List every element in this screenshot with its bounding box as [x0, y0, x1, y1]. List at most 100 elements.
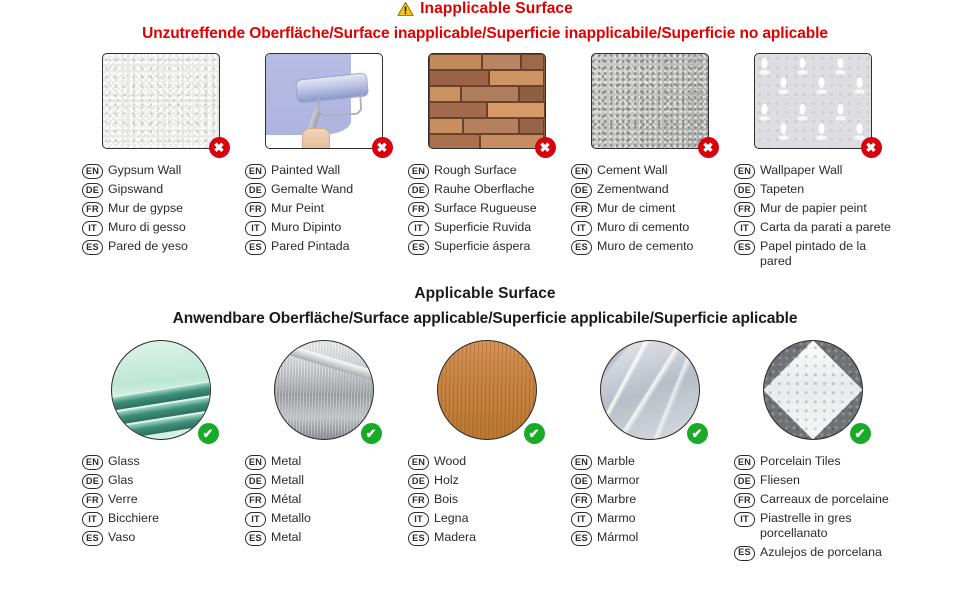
lang-row-fr: FR Verre	[82, 492, 245, 509]
surface-card-porcelain-tiles[interactable]: ✔ EN Porcelain Tiles DE Fliesen FR Carre…	[732, 340, 897, 561]
glass-panes-icon	[110, 340, 211, 441]
lang-tag-de: DE	[245, 183, 266, 198]
lang-tag-en: EN	[571, 455, 592, 471]
lang-label-de: Zementwand	[597, 182, 669, 196]
surface-card-rough-surface[interactable]: ✖ EN Rough Surface DE Rauhe Oberflache F…	[406, 53, 569, 269]
surface-card-glass[interactable]: ✔ EN Glass DE Glas FR Verre IT Bicchiere…	[80, 340, 243, 560]
brick	[428, 54, 482, 70]
lang-row-de: DE Metall	[245, 473, 408, 490]
lang-tag-en: EN	[408, 164, 429, 179]
lang-tag-it: IT	[734, 512, 755, 528]
applicable-subtitle: Anwendbare Oberfläche/Surface applicable…	[172, 310, 798, 328]
applicable-badge-icon: ✔	[523, 423, 545, 445]
lang-label-it: Marmo	[597, 511, 636, 526]
lang-row-fr: FR Mur de papier peint	[734, 201, 897, 217]
lang-label-it: Metallo	[271, 511, 311, 526]
applicable-badge-icon: ✔	[197, 423, 219, 445]
lang-row-de: DE Glas	[82, 473, 245, 490]
brick-row	[428, 86, 545, 102]
inapplicable-title: Inapplicable Surface	[420, 0, 573, 17]
lang-tag-en: EN	[571, 164, 592, 179]
lang-row-de: DE Marmor	[571, 473, 734, 490]
lang-row-es: ES Muro de cemento	[571, 239, 734, 255]
lang-row-de: DE Zementwand	[571, 182, 734, 198]
lang-row-en: EN Wood	[408, 454, 571, 471]
surface-card-painted-wall[interactable]: ✖ EN Painted Wall DE Gemalte Wand FR Mur…	[243, 53, 406, 269]
lang-tag-fr: FR	[734, 493, 755, 509]
rough-surface-media: ✖	[427, 53, 556, 158]
lang-tag-en: EN	[245, 455, 266, 471]
lang-tag-it: IT	[245, 221, 266, 236]
lang-row-en: EN Painted Wall	[245, 163, 408, 179]
lang-label-de: Gipswand	[108, 182, 164, 196]
lang-row-fr: FR Marbre	[571, 492, 734, 509]
lang-tag-es: ES	[245, 240, 266, 255]
brushed-metal-icon	[273, 340, 374, 441]
brick	[428, 102, 487, 118]
surface-card-metal[interactable]: ✔ EN Metal DE Metall FR Métal IT Metallo…	[243, 340, 406, 560]
lang-label-it: Muro di gesso	[108, 220, 186, 234]
lang-tag-it: IT	[245, 512, 266, 528]
surface-card-wallpaper-wall[interactable]: ✖ EN Wallpaper Wall DE Tapeten FR Mur de…	[732, 53, 895, 269]
lang-tag-es: ES	[734, 240, 755, 255]
lang-label-en: Metal	[271, 454, 302, 469]
brick	[428, 86, 461, 102]
cement-wall-texture-icon	[590, 53, 709, 149]
surface-card-marble[interactable]: ✔ EN Marble DE Marmor FR Marbre IT Marmo…	[569, 340, 732, 560]
lang-tag-fr: FR	[734, 202, 755, 217]
lang-row-en: EN Wallpaper Wall	[734, 163, 897, 179]
lang-label-en: Painted Wall	[271, 163, 341, 177]
applicable-surface-row: ✔ EN Glass DE Glas FR Verre IT Bicchiere…	[0, 340, 970, 561]
lang-row-es: ES Pared de yeso	[82, 239, 245, 255]
lang-label-es: Papel pintado de la pared	[760, 239, 867, 269]
lang-row-en: EN Metal	[245, 454, 408, 471]
lang-tag-it: IT	[571, 221, 592, 236]
surface-card-gypsum-wall[interactable]: ✖ EN Gypsum Wall DE Gipswand FR Mur de g…	[80, 53, 243, 269]
language-list: EN Marble DE Marmor FR Marbre IT Marmo E…	[567, 454, 734, 547]
lang-row-es: ES Papel pintado de la pared	[734, 239, 897, 269]
wood-media: ✔	[436, 340, 545, 445]
lang-row-fr: FR Mur Peint	[245, 201, 408, 217]
inapplicable-badge-icon: ✖	[534, 137, 556, 158]
lang-tag-de: DE	[82, 474, 103, 490]
marble-media: ✔	[599, 340, 708, 445]
lang-tag-es: ES	[571, 240, 592, 255]
gypsum-wall-media: ✖	[101, 53, 230, 158]
wallpaper-wall-media: ✖	[753, 53, 882, 158]
lang-label-en: Cement Wall	[597, 163, 668, 177]
lang-row-it: IT Bicchiere	[82, 511, 245, 528]
surface-card-wood[interactable]: ✔ EN Wood DE Holz FR Bois IT Legna ES Ma…	[406, 340, 569, 560]
surface-card-cement-wall[interactable]: ✖ EN Cement Wall DE Zementwand FR Mur de…	[569, 53, 732, 269]
lang-label-de: Fliesen	[760, 473, 800, 488]
lang-tag-es: ES	[408, 531, 429, 547]
wood-grain-icon	[436, 340, 537, 441]
lang-label-en: Rough Surface	[434, 163, 517, 177]
lang-row-it: IT Muro di cemento	[571, 220, 734, 236]
lang-row-de: DE Holz	[408, 473, 571, 490]
lang-tag-en: EN	[82, 164, 103, 179]
lang-row-en: EN Gypsum Wall	[82, 163, 245, 179]
lang-row-es: ES Madera	[408, 530, 571, 547]
lang-row-fr: FR Surface Rugueuse	[408, 201, 571, 217]
inapplicable-badge-icon: ✖	[371, 137, 393, 158]
inapplicable-section-heading: Inapplicable Surface Unzutreffende Oberf…	[0, 0, 970, 43]
lang-tag-en: EN	[734, 164, 755, 179]
lang-label-it: Superficie Ruvida	[434, 220, 532, 234]
lang-row-fr: FR Carreaux de porcelaine	[734, 492, 897, 509]
lang-row-de: DE Tapeten	[734, 182, 897, 198]
lang-row-es: ES Pared Pintada	[245, 239, 408, 255]
lang-row-de: DE Fliesen	[734, 473, 897, 490]
lang-tag-it: IT	[571, 512, 592, 528]
lang-tag-fr: FR	[408, 493, 429, 509]
brick-row	[428, 118, 545, 134]
lang-tag-de: DE	[408, 474, 429, 490]
lang-row-de: DE Gemalte Wand	[245, 182, 408, 198]
brick	[428, 70, 489, 86]
cement-wall-media: ✖	[590, 53, 719, 158]
porcelain-media: ✔	[762, 340, 871, 445]
lang-label-de: Marmor	[597, 473, 640, 488]
lang-tag-it: IT	[408, 512, 429, 528]
lang-label-fr: Marbre	[597, 492, 637, 507]
lang-label-it: Legna	[434, 511, 469, 526]
brick	[463, 118, 519, 134]
